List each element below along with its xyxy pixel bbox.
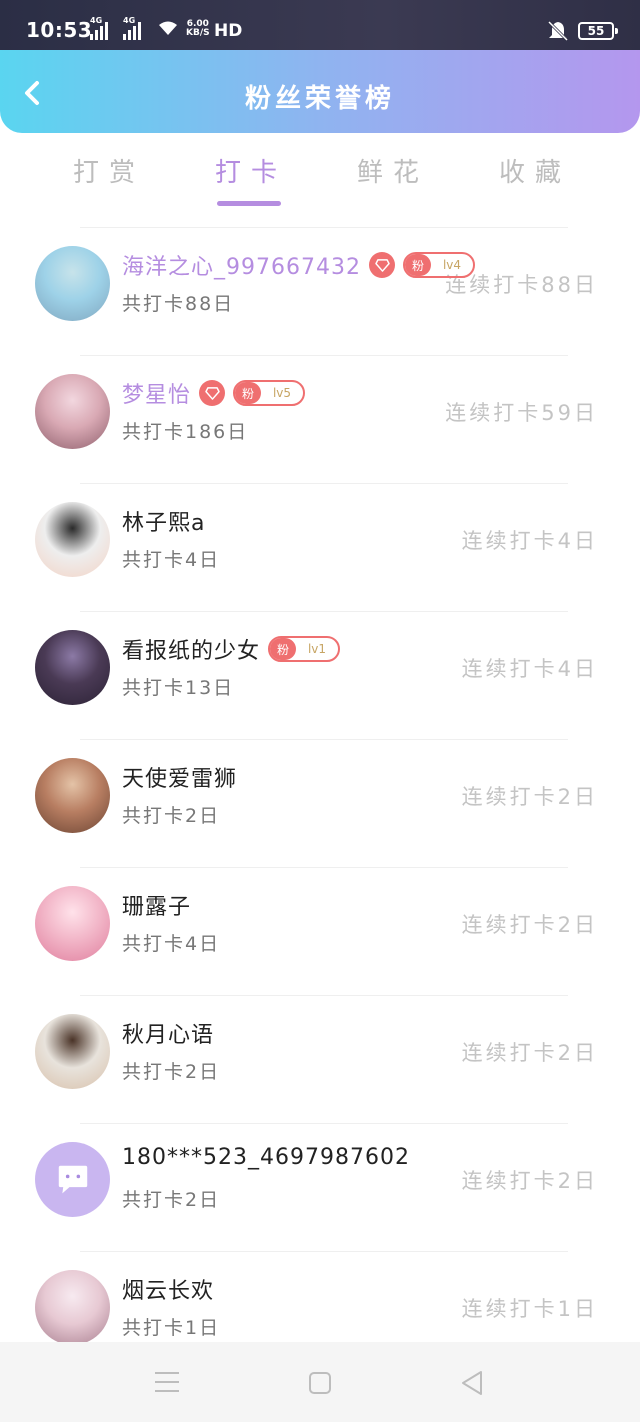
user-name[interactable]: 海洋之心_997667432 (122, 249, 361, 281)
signal-icon-2: 4G (123, 16, 141, 40)
list-item[interactable]: 海洋之心_997667432 共打卡88日 连续打卡88日 粉 lv4 (0, 227, 640, 355)
signal-icon: 4G (90, 16, 108, 40)
total-checkin: 共打卡13日 (122, 677, 235, 699)
network-type-label: 4G (90, 16, 103, 25)
avatar[interactable] (35, 246, 110, 321)
fan-level: lv5 (272, 386, 292, 400)
fan-list: 海洋之心_997667432 共打卡88日 连续打卡88日 粉 lv4 梦星怡 共… (0, 227, 640, 1379)
total-checkin: 共打卡1日 (122, 1317, 221, 1339)
avatar[interactable] (35, 630, 110, 705)
menu-icon[interactable] (155, 1372, 179, 1394)
battery-icon: 55 (578, 22, 618, 40)
diamond-icon (369, 252, 395, 278)
total-checkin: 共打卡2日 (122, 1189, 221, 1211)
avatar[interactable] (35, 1014, 110, 1089)
user-name[interactable]: 烟云长欢 (122, 1273, 214, 1305)
hd-indicator: HD (214, 21, 243, 41)
bell-muted-icon (547, 20, 569, 42)
fan-level: lv4 (442, 258, 462, 272)
total-checkin: 共打卡4日 (122, 549, 221, 571)
user-name[interactable]: 林子熙a (122, 505, 205, 537)
fan-label: 粉 (235, 382, 261, 404)
tab-bar: 打赏 打卡 鲜花 收藏 (0, 140, 640, 210)
streak-checkin: 连续打卡2日 (461, 1169, 598, 1193)
total-checkin: 共打卡88日 (122, 293, 235, 315)
list-item[interactable]: 天使爱雷狮 共打卡2日 连续打卡2日 (0, 739, 640, 867)
fan-label: 粉 (270, 638, 296, 660)
avatar[interactable] (35, 886, 110, 961)
avatar[interactable] (35, 502, 110, 577)
streak-checkin: 连续打卡2日 (461, 913, 598, 937)
streak-checkin: 连续打卡2日 (461, 785, 598, 809)
total-checkin: 共打卡4日 (122, 933, 221, 955)
active-tab-indicator (217, 201, 281, 206)
streak-checkin: 连续打卡4日 (461, 529, 598, 553)
network-type-label-2: 4G (123, 16, 136, 25)
user-name[interactable]: 天使爱雷狮 (122, 761, 237, 793)
status-bar: 10:53 4G 4G 6.00 KB/S HD 55 (0, 0, 640, 50)
user-badges: 粉 lv1 (268, 636, 340, 662)
fan-level-badge: 粉 lv1 (268, 636, 340, 662)
fan-level-badge: 粉 lv4 (403, 252, 475, 278)
user-name[interactable]: 梦星怡 (122, 377, 191, 409)
avatar[interactable] (35, 374, 110, 449)
user-name[interactable]: 珊露子 (122, 889, 191, 921)
streak-checkin: 连续打卡4日 (461, 657, 598, 681)
user-name[interactable]: 180***523_4697987602 (122, 1145, 410, 1170)
user-name[interactable]: 秋月心语 (122, 1017, 214, 1049)
system-nav-bar (0, 1342, 640, 1422)
fan-label: 粉 (405, 254, 431, 276)
streak-checkin: 连续打卡59日 (445, 401, 598, 425)
speed-unit: KB/S (186, 28, 210, 38)
fan-level: lv1 (307, 642, 327, 656)
list-item[interactable]: 珊露子 共打卡4日 连续打卡2日 (0, 867, 640, 995)
avatar[interactable] (35, 1270, 110, 1345)
network-speed: 6.00 KB/S (186, 20, 210, 38)
user-name[interactable]: 看报纸的少女 (122, 633, 260, 665)
total-checkin: 共打卡2日 (122, 1061, 221, 1083)
fan-level-badge: 粉 lv5 (233, 380, 305, 406)
total-checkin: 共打卡2日 (122, 805, 221, 827)
page-title: 粉丝荣誉榜 (244, 84, 395, 114)
home-square-icon[interactable] (309, 1372, 331, 1394)
list-item[interactable]: 林子熙a 共打卡4日 连续打卡4日 (0, 483, 640, 611)
app-header: 粉丝荣誉榜 (0, 50, 640, 133)
back-triangle-icon[interactable] (460, 1370, 484, 1396)
streak-checkin: 连续打卡1日 (461, 1297, 598, 1321)
list-item[interactable]: 看报纸的少女 共打卡13日 连续打卡4日 粉 lv1 (0, 611, 640, 739)
total-checkin: 共打卡186日 (122, 421, 249, 443)
status-time: 10:53 (26, 18, 93, 42)
streak-checkin: 连续打卡2日 (461, 1041, 598, 1065)
tab-checkin[interactable]: 打卡 (191, 152, 311, 189)
diamond-icon (199, 380, 225, 406)
list-item[interactable]: 180***523_4697987602 共打卡2日 连续打卡2日 (0, 1123, 640, 1251)
tab-reward[interactable]: 打赏 (49, 152, 169, 189)
user-badges: 粉 lv4 (369, 252, 475, 278)
avatar[interactable] (35, 1142, 110, 1217)
user-badges: 粉 lv5 (199, 380, 305, 406)
list-item[interactable]: 秋月心语 共打卡2日 连续打卡2日 (0, 995, 640, 1123)
wifi-icon (159, 21, 177, 35)
tab-flowers[interactable]: 鲜花 (333, 152, 453, 189)
list-item[interactable]: 梦星怡 共打卡186日 连续打卡59日 粉 lv5 (0, 355, 640, 483)
tab-favorites[interactable]: 收藏 (475, 152, 595, 189)
avatar[interactable] (35, 758, 110, 833)
